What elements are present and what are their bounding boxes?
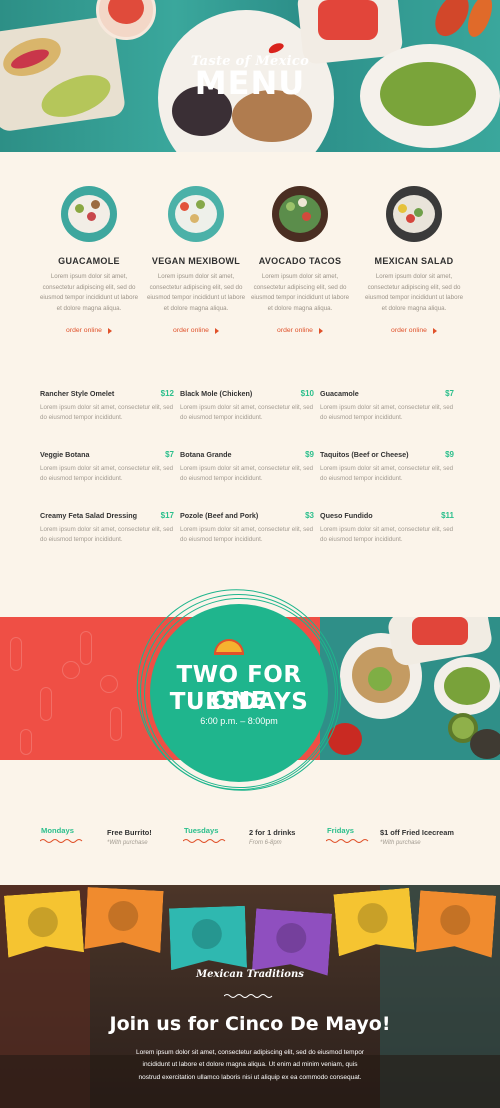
tomato-salsa-image	[412, 617, 468, 645]
order-online-label: order online	[391, 327, 427, 335]
promo-title-line2: TUESDAYS	[169, 689, 309, 715]
dish-description: Lorem ipsum dolor sit amet, consectetur …	[364, 273, 464, 312]
dish-name: MEXICAN SALAD	[374, 256, 454, 266]
special-note: From 6-8pm	[249, 840, 282, 846]
menu-item-description: Lorem ipsum dolor sit amet, consectetur …	[180, 526, 314, 544]
dish-description: Lorem ipsum dolor sit amet, consectetur …	[146, 273, 246, 312]
avocado-tacos-dish-image	[272, 186, 328, 242]
order-online-link[interactable]: order online	[173, 327, 219, 334]
mexican-salad-dish-image	[386, 186, 442, 242]
dish-name: GUACAMOLE	[58, 256, 120, 266]
menu-item-name: Queso Fundido	[320, 511, 373, 520]
menu-item-name: Botana Grande	[180, 450, 232, 459]
event-description: Lorem ipsum dolor sit amet, consectetur …	[136, 1049, 364, 1081]
menu-item-name: Black Mole (Chicken)	[180, 389, 253, 398]
lettuce-image	[368, 667, 392, 691]
order-online-label: order online	[277, 327, 313, 335]
menu-item-price: $9	[305, 450, 314, 459]
dish-card-mexican-salad: MEXICAN SALAD Lorem ipsum dolor sit amet…	[362, 186, 466, 337]
menu-item-description: Lorem ipsum dolor sit amet, consectetur …	[40, 526, 174, 544]
wave-divider-icon	[183, 839, 226, 843]
menu-item: Pozole (Beef and Pork) $3 Lorem ipsum do…	[180, 511, 314, 545]
wave-divider-icon	[40, 839, 83, 843]
order-online-label: order online	[173, 327, 209, 335]
menu-item-price: $12	[160, 389, 174, 398]
menu-item-price: $10	[300, 389, 314, 398]
menu-item: Taquitos (Beef or Cheese) $9 Lorem ipsum…	[320, 450, 454, 484]
dish-card-guacamole: GUACAMOLE Lorem ipsum dolor sit amet, co…	[37, 186, 141, 337]
wave-divider-icon	[224, 994, 273, 998]
guacamole-image	[444, 667, 490, 705]
arrow-right-icon	[107, 327, 112, 334]
menu-item-name: Guacamole	[320, 389, 359, 398]
menu-item-price: $7	[165, 450, 174, 459]
menu-item-description: Lorem ipsum dolor sit amet, consectetur …	[320, 465, 454, 483]
special-day: Mondays	[41, 826, 74, 835]
mexibowl-dish-image	[168, 186, 224, 242]
promo-food-image	[320, 617, 500, 760]
special-day: Tuesdays	[184, 826, 219, 835]
menu-item: Black Mole (Chicken) $10 Lorem ipsum dol…	[180, 389, 314, 423]
page-title: MENU	[194, 64, 306, 102]
dish-name: AVOCADO TACOS	[258, 256, 342, 266]
dish-name: VEGAN MEXIBOWL	[151, 256, 241, 266]
arrow-right-icon	[432, 327, 437, 334]
dish-card-avocado-tacos: AVOCADO TACOS Lorem ipsum dolor sit amet…	[248, 186, 352, 337]
menu-item-name: Veggie Botana	[40, 450, 90, 459]
menu-item-price: $7	[445, 389, 454, 398]
menu-item-description: Lorem ipsum dolor sit amet, consectetur …	[40, 404, 174, 422]
order-online-link[interactable]: order online	[66, 327, 112, 334]
menu-item-price: $3	[305, 511, 314, 520]
event-kicker: Mexican Traditions	[196, 969, 304, 980]
special-day: Fridays	[327, 826, 355, 835]
menu-item-price: $17	[160, 511, 174, 520]
order-online-link[interactable]: order online	[277, 327, 323, 334]
tomato-salsa-image	[318, 0, 378, 40]
event-title: Join us for Cinco De Mayo!	[109, 1013, 391, 1035]
menu-item: Veggie Botana $7 Lorem ipsum dolor sit a…	[40, 450, 174, 484]
menu-item-name: Rancher Style Omelet	[40, 389, 115, 398]
special-deal: $1 off Fried Icecream	[380, 828, 454, 837]
special-note: *With purchase	[107, 840, 148, 846]
arrow-right-icon	[214, 327, 219, 334]
order-online-link[interactable]: order online	[391, 327, 437, 334]
menu-item: Rancher Style Omelet $12 Lorem ipsum dol…	[40, 389, 174, 423]
menu-item-name: Pozole (Beef and Pork)	[180, 511, 259, 520]
special-deal: 2 for 1 drinks	[249, 828, 296, 837]
wave-divider-icon	[326, 839, 369, 843]
arrow-right-icon	[318, 327, 323, 334]
menu-item-description: Lorem ipsum dolor sit amet, consectetur …	[40, 465, 174, 483]
special-note: *With purchase	[380, 840, 421, 846]
menu-item-description: Lorem ipsum dolor sit amet, consectetur …	[180, 465, 314, 483]
promo-time: 6:00 p.m. – 8:00pm	[200, 716, 278, 726]
menu-item-description: Lorem ipsum dolor sit amet, consectetur …	[320, 526, 454, 544]
menu-item-description: Lorem ipsum dolor sit amet, consectetur …	[320, 404, 454, 422]
avocado-image	[470, 729, 500, 759]
special-deal: Free Burrito!	[107, 828, 152, 837]
menu-item: Guacamole $7 Lorem ipsum dolor sit amet,…	[320, 389, 454, 423]
menu-item-price: $9	[445, 450, 454, 459]
dish-description: Lorem ipsum dolor sit amet, consectetur …	[39, 273, 139, 312]
menu-item: Creamy Feta Salad Dressing $17 Lorem ips…	[40, 511, 174, 545]
menu-item-description: Lorem ipsum dolor sit amet, consectetur …	[180, 404, 314, 422]
menu-item-name: Taquitos (Beef or Cheese)	[320, 450, 409, 459]
menu-item: Queso Fundido $11 Lorem ipsum dolor sit …	[320, 511, 454, 545]
order-online-label: order online	[66, 327, 102, 335]
dish-card-vegan-mexibowl: VEGAN MEXIBOWL Lorem ipsum dolor sit ame…	[144, 186, 248, 337]
menu-item-name: Creamy Feta Salad Dressing	[40, 511, 138, 520]
menu-item: Botana Grande $9 Lorem ipsum dolor sit a…	[180, 450, 314, 484]
dish-description: Lorem ipsum dolor sit amet, consectetur …	[250, 273, 350, 312]
menu-item-price: $11	[441, 511, 454, 520]
guacamole-dish-image	[61, 186, 117, 242]
